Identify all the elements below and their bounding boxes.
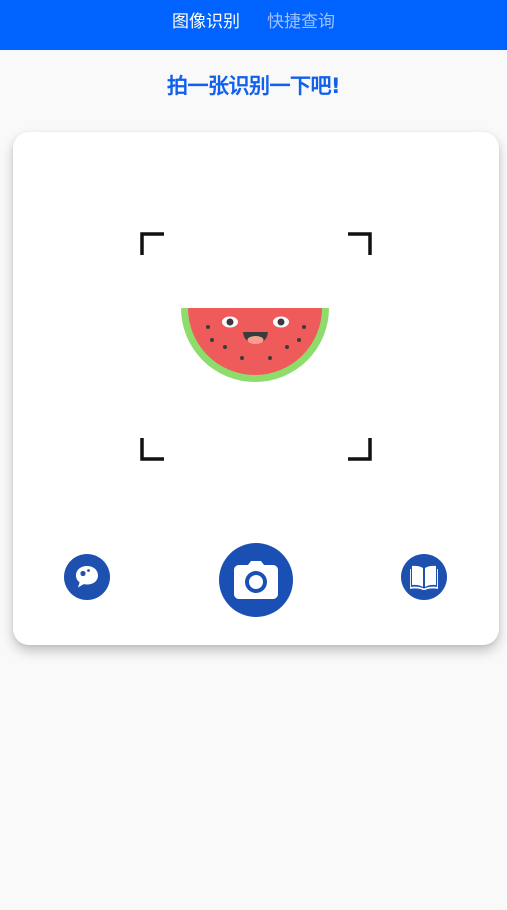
guide-book-button[interactable] bbox=[401, 554, 447, 600]
chat-bubble-icon bbox=[73, 563, 101, 591]
camera-icon bbox=[234, 561, 278, 599]
viewfinder-corner-bottom-right-icon bbox=[348, 438, 372, 462]
top-nav-bar: 图像识别 快捷查询 bbox=[0, 0, 507, 50]
page-headline: 拍一张识别一下吧! bbox=[166, 74, 341, 98]
book-icon bbox=[410, 564, 438, 590]
viewfinder-corner-top-left-icon bbox=[140, 232, 164, 256]
tab-quick-search[interactable]: 快捷查询 bbox=[267, 10, 335, 34]
viewfinder-corner-bottom-left-icon bbox=[140, 438, 164, 462]
tab-image-recognition[interactable]: 图像识别 bbox=[172, 10, 240, 34]
camera-capture-button[interactable] bbox=[219, 543, 293, 617]
chat-button[interactable] bbox=[64, 554, 110, 600]
viewfinder-corner-top-right-icon bbox=[348, 232, 372, 256]
watermelon-icon bbox=[180, 307, 330, 389]
